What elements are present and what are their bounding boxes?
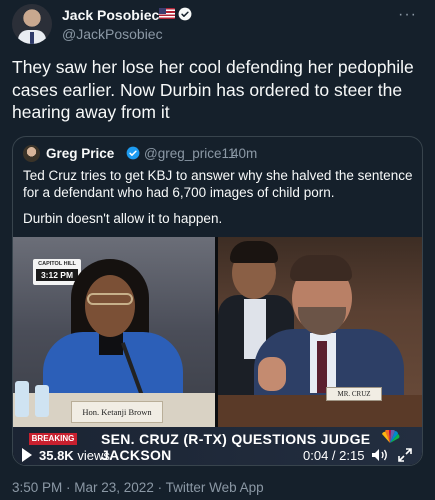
aide-hair bbox=[230, 241, 278, 263]
verified-badge-icon bbox=[126, 146, 140, 160]
verified-badge-icon bbox=[178, 7, 192, 21]
view-count-value: 35.8K bbox=[39, 448, 74, 463]
avatar-tie bbox=[30, 32, 34, 44]
quote-author-avatar[interactable] bbox=[23, 145, 40, 162]
water-bottle bbox=[15, 381, 29, 417]
author-avatar[interactable] bbox=[12, 4, 52, 44]
water-bottle bbox=[35, 385, 49, 417]
capitol-label: CAPITOL HILL bbox=[38, 261, 76, 267]
quote-separator: · bbox=[223, 146, 228, 161]
senator-hair bbox=[290, 255, 352, 281]
video-panel-left: CAPITOL HILL 3:12 PM Hon. Ketanji Brown … bbox=[13, 237, 215, 427]
volume-icon[interactable] bbox=[371, 448, 389, 462]
tweet-text: They saw her lose her cool defending her… bbox=[12, 57, 414, 122]
witness-face bbox=[85, 275, 135, 337]
tweet-timestamp[interactable]: 3:50 PM · Mar 23, 2022 · Twitter Web App bbox=[12, 480, 264, 495]
view-count-label: views bbox=[77, 448, 110, 463]
fullscreen-icon[interactable] bbox=[397, 447, 413, 463]
witness-glasses bbox=[87, 293, 133, 305]
elapsed-time: 0:04 bbox=[303, 448, 329, 463]
senator-desk bbox=[218, 395, 422, 427]
quote-text-second: Durbin doesn't allow it to happen. bbox=[23, 211, 223, 226]
senator-nameplate: MR. CRUZ bbox=[326, 387, 382, 401]
quote-time[interactable]: 40m bbox=[231, 146, 257, 161]
witness-nameplate: Hon. Ketanji Brown Jackson bbox=[71, 401, 163, 423]
quoted-tweet[interactable]: Greg Price @greg_price11 · 40m Ted Cruz … bbox=[12, 136, 423, 466]
author-handle[interactable]: @JackPosobiec bbox=[62, 26, 163, 42]
view-count: 35.8K views bbox=[39, 448, 110, 463]
network-peacock-icon bbox=[382, 430, 400, 443]
senator-hand bbox=[258, 357, 286, 391]
quote-author-name[interactable]: Greg Price bbox=[46, 146, 114, 161]
video-duration: 0:04 / 2:15 bbox=[303, 448, 365, 463]
breaking-badge: BREAKING bbox=[29, 433, 77, 445]
tweet-header: Jack Posobiec @JackPosobiec ··· bbox=[12, 4, 423, 48]
play-icon[interactable] bbox=[22, 448, 32, 462]
senator-tie bbox=[317, 341, 327, 393]
us-flag-icon bbox=[159, 8, 175, 19]
quote-author-handle[interactable]: @greg_price11 bbox=[144, 146, 236, 161]
total-time: 2:15 bbox=[339, 448, 365, 463]
quote-text: Ted Cruz tries to get KBJ to answer why … bbox=[23, 168, 413, 200]
video-controls: 35.8K views 0:04 / 2:15 bbox=[13, 447, 422, 465]
author-name[interactable]: Jack Posobiec bbox=[62, 7, 159, 23]
quote-header: Greg Price @greg_price11 · 40m bbox=[23, 145, 413, 163]
video-panel-right: MR. CRUZ bbox=[218, 237, 422, 427]
video-player[interactable]: CAPITOL HILL 3:12 PM Hon. Ketanji Brown … bbox=[13, 237, 422, 465]
capitol-clock: 3:12 PM bbox=[36, 269, 78, 281]
more-options-icon[interactable]: ··· bbox=[398, 6, 417, 24]
